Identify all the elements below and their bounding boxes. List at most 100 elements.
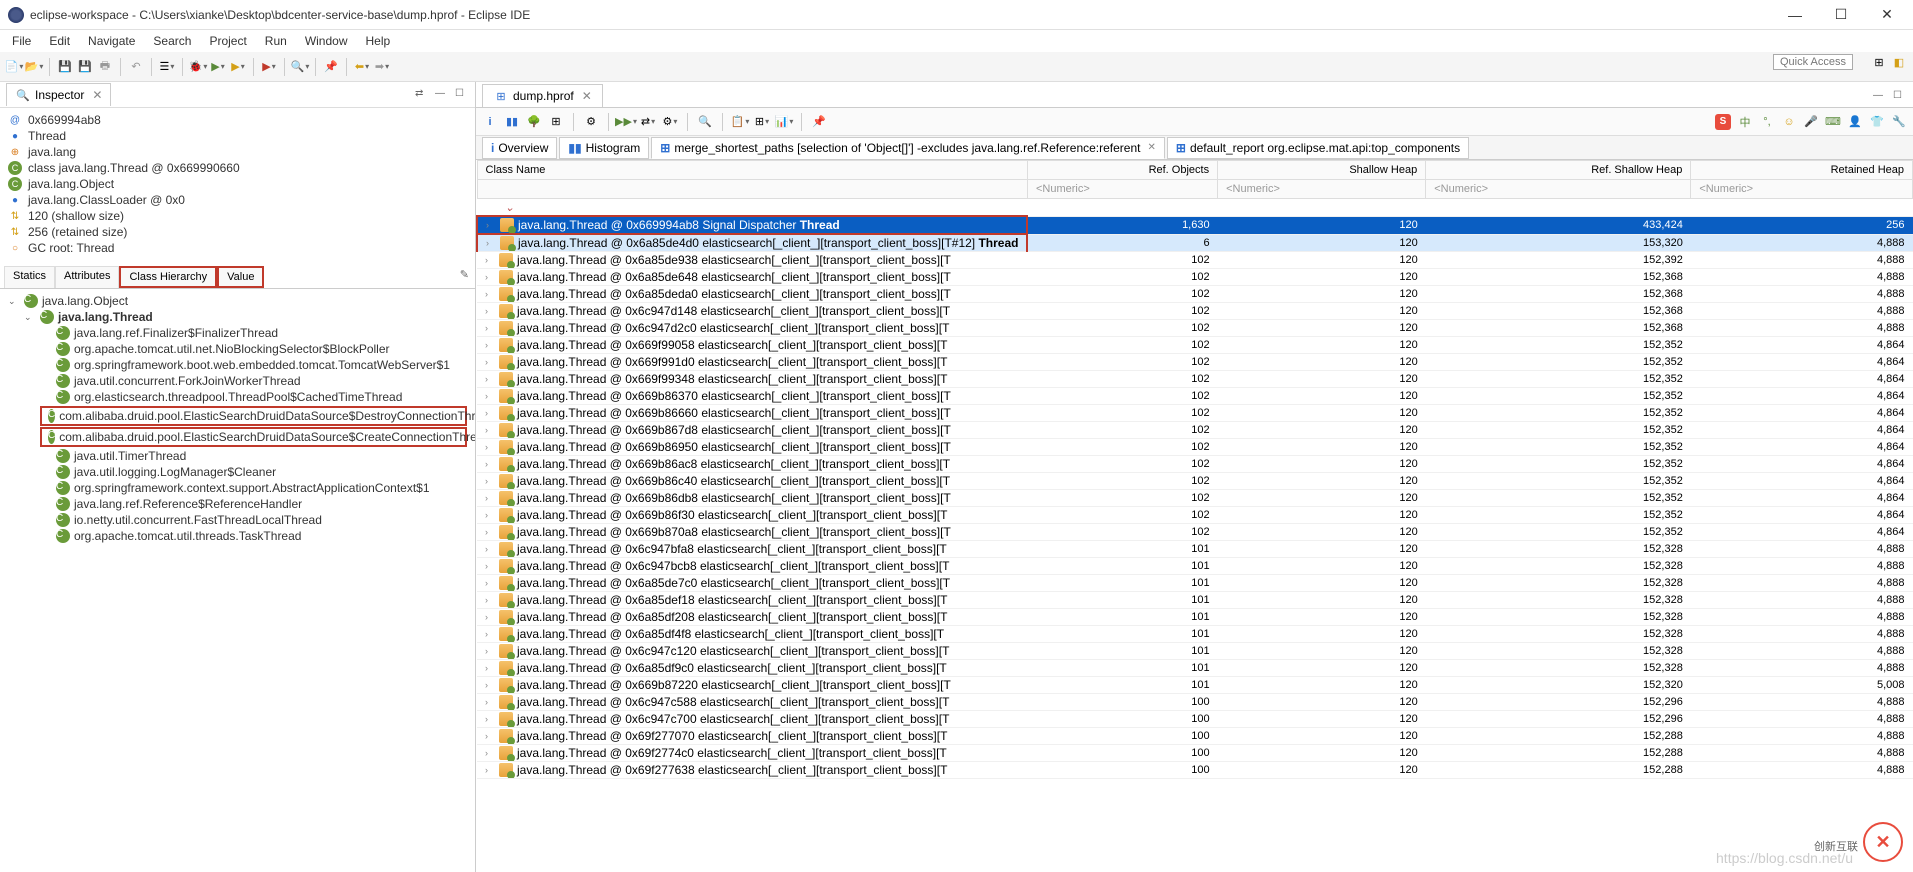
table-row[interactable]: ›java.lang.Thread @ 0x669b86950 elastics… — [477, 439, 1913, 456]
expand-icon[interactable]: › — [485, 306, 495, 316]
inspector-tab-value[interactable]: Value — [217, 266, 264, 288]
edit-icon[interactable]: ✎ — [460, 268, 469, 281]
keyboard-icon[interactable]: ⌨ — [1825, 114, 1841, 130]
maximize-button[interactable]: ☐ — [1827, 5, 1855, 25]
print-icon[interactable]: 🖶 — [97, 59, 113, 75]
table-row[interactable]: ›java.lang.Thread @ 0x6a85deda0 elastics… — [477, 286, 1913, 303]
menu-file[interactable]: File — [4, 32, 39, 50]
table-row[interactable]: ›java.lang.Thread @ 0x669f99058 elastics… — [477, 337, 1913, 354]
table-row[interactable]: ›java.lang.Thread @ 0x669b86ac8 elastics… — [477, 456, 1913, 473]
expand-icon[interactable]: › — [485, 663, 495, 673]
table-row[interactable]: ›java.lang.Thread @ 0x669f99348 elastics… — [477, 371, 1913, 388]
info-icon[interactable]: i — [482, 114, 498, 130]
inspector-item[interactable]: ⇅256 (retained size) — [8, 224, 467, 240]
table-row[interactable]: ›java.lang.Thread @ 0x6a85df9c0 elastics… — [477, 660, 1913, 677]
back-icon[interactable]: ⬅▾ — [354, 59, 370, 75]
table-row[interactable]: ›java.lang.Thread @ 0x6c947c700 elastics… — [477, 711, 1913, 728]
expand-icon[interactable]: › — [485, 289, 495, 299]
new-icon[interactable]: 📄▾ — [6, 59, 22, 75]
inspector-item[interactable]: ○GC root: Thread — [8, 240, 467, 256]
menu-run[interactable]: Run — [257, 32, 295, 50]
expand-icon[interactable]: › — [485, 493, 495, 503]
expand-icon[interactable]: › — [485, 408, 495, 418]
compare-icon[interactable]: ⇄▾ — [640, 114, 656, 130]
table-row[interactable]: ›java.lang.Thread @ 0x6a85df4f8 elastics… — [477, 626, 1913, 643]
table-row[interactable]: ›java.lang.Thread @ 0x669b867d8 elastics… — [477, 422, 1913, 439]
table-row[interactable]: ›java.lang.Thread @ 0x6a85de4d0 elastics… — [477, 234, 1913, 252]
tree-node[interactable]: C java.util.logging.LogManager$Cleaner — [40, 464, 467, 480]
column-header[interactable]: Ref. Objects — [1027, 161, 1217, 180]
expand-icon[interactable]: › — [485, 323, 495, 333]
table-row[interactable]: ›java.lang.Thread @ 0x669994ab8 Signal D… — [477, 216, 1913, 234]
forward-icon[interactable]: ➡▾ — [374, 59, 390, 75]
expand-icon[interactable]: › — [485, 629, 495, 639]
table-row[interactable]: ›java.lang.Thread @ 0x669b86660 elastics… — [477, 405, 1913, 422]
table-row[interactable]: ›java.lang.Thread @ 0x669b870a8 elastics… — [477, 524, 1913, 541]
expand-icon[interactable]: › — [485, 714, 495, 724]
mic-icon[interactable]: 🎤 — [1803, 114, 1819, 130]
expand-icon[interactable]: › — [485, 646, 495, 656]
expand-icon[interactable]: › — [485, 340, 495, 350]
expand-icon[interactable]: › — [485, 544, 495, 554]
expand-icon[interactable]: › — [485, 748, 495, 758]
table-row[interactable]: ›java.lang.Thread @ 0x6c947d148 elastics… — [477, 303, 1913, 320]
inspector-item[interactable]: ●java.lang.ClassLoader @ 0x0 — [8, 192, 467, 208]
tree-thread[interactable]: ⌄ C java.lang.Thread — [24, 309, 467, 325]
collapse-icon[interactable]: — — [435, 88, 449, 102]
tree-node[interactable]: C org.springframework.boot.web.embedded.… — [40, 357, 467, 373]
inspector-tab-statics[interactable]: Statics — [4, 266, 55, 288]
save-icon[interactable]: 💾 — [57, 59, 73, 75]
pin-icon[interactable]: 📌 — [811, 114, 827, 130]
table-row[interactable]: ›java.lang.Thread @ 0x669b86370 elastics… — [477, 388, 1913, 405]
ext-tools-icon[interactable]: ▶▾ — [261, 59, 277, 75]
tree-node[interactable]: C com.alibaba.druid.pool.ElasticSearchDr… — [44, 408, 463, 424]
expand-icon[interactable]: › — [485, 578, 495, 588]
tree-node[interactable]: C java.util.concurrent.ForkJoinWorkerThr… — [40, 373, 467, 389]
menu-search[interactable]: Search — [145, 32, 199, 50]
table-row[interactable]: ›java.lang.Thread @ 0x669b86f30 elastics… — [477, 507, 1913, 524]
expand-icon[interactable]: › — [485, 697, 495, 707]
tool-icon[interactable]: 🔧 — [1891, 114, 1907, 130]
oql-icon[interactable]: ⊞ — [548, 114, 564, 130]
inspector-tab-attributes[interactable]: Attributes — [55, 266, 119, 288]
table-row[interactable]: ›java.lang.Thread @ 0x6a85de7c0 elastics… — [477, 575, 1913, 592]
minimize-icon[interactable]: — — [1873, 90, 1887, 104]
expand-icon[interactable]: › — [485, 680, 495, 690]
inspector-item[interactable]: Cclass java.lang.Thread @ 0x669990660 — [8, 160, 467, 176]
dominator-icon[interactable]: 🌳 — [526, 114, 542, 130]
quick-access[interactable]: Quick Access — [1773, 54, 1853, 70]
expand-icon[interactable]: › — [485, 442, 495, 452]
column-header[interactable]: Retained Heap — [1691, 161, 1913, 180]
tree-node[interactable]: C java.lang.ref.Finalizer$FinalizerThrea… — [40, 325, 467, 341]
menu-navigate[interactable]: Navigate — [80, 32, 143, 50]
minimize-button[interactable]: — — [1781, 5, 1809, 25]
table-row[interactable]: ›java.lang.Thread @ 0x69f277638 elastics… — [477, 762, 1913, 779]
run-icon[interactable]: ▶▾ — [210, 59, 226, 75]
expand-icon[interactable]: › — [485, 731, 495, 741]
table-row[interactable]: ›java.lang.Thread @ 0x6c947bfa8 elastics… — [477, 541, 1913, 558]
input-method-icon[interactable]: S — [1715, 114, 1731, 130]
menu-help[interactable]: Help — [358, 32, 399, 50]
menu-window[interactable]: Window — [297, 32, 356, 50]
thread-icon[interactable]: ⚙ — [583, 114, 599, 130]
calc-icon[interactable]: 📊▾ — [776, 114, 792, 130]
table-row[interactable]: ›java.lang.Thread @ 0x6c947c120 elastics… — [477, 643, 1913, 660]
tree-node[interactable]: C org.elasticsearch.threadpool.ThreadPoo… — [40, 389, 467, 405]
class-hierarchy-tree[interactable]: ⌄ C java.lang.Object ⌄ C java.lang.Threa… — [0, 289, 475, 872]
table-row[interactable]: ›java.lang.Thread @ 0x69f2774c0 elastics… — [477, 745, 1913, 762]
inspector-item[interactable]: ⊕java.lang — [8, 144, 467, 160]
gear-icon[interactable]: ⚙▾ — [662, 114, 678, 130]
expand-icon[interactable]: › — [485, 425, 495, 435]
table-row[interactable]: ›java.lang.Thread @ 0x6a85def18 elastics… — [477, 592, 1913, 609]
column-header[interactable]: Ref. Shallow Heap — [1426, 161, 1691, 180]
editor-tab-dump[interactable]: ⊞ dump.hprof ✕ — [482, 84, 603, 107]
mat-tab[interactable]: iOverview — [482, 137, 557, 159]
histogram-icon[interactable]: ▮▮ — [504, 114, 520, 130]
link-icon[interactable]: ⇄ — [415, 88, 429, 102]
inspector-tab[interactable]: 🔍 Inspector ✕ — [6, 83, 111, 106]
shirt-icon[interactable]: 👕 — [1869, 114, 1885, 130]
mat-tab[interactable]: ⊞merge_shortest_paths [selection of 'Obj… — [651, 137, 1165, 159]
maximize-icon[interactable]: ☐ — [1893, 90, 1907, 104]
search-icon[interactable]: 🔍▾ — [292, 59, 308, 75]
collapse-icon[interactable]: ⌄ — [24, 312, 36, 323]
